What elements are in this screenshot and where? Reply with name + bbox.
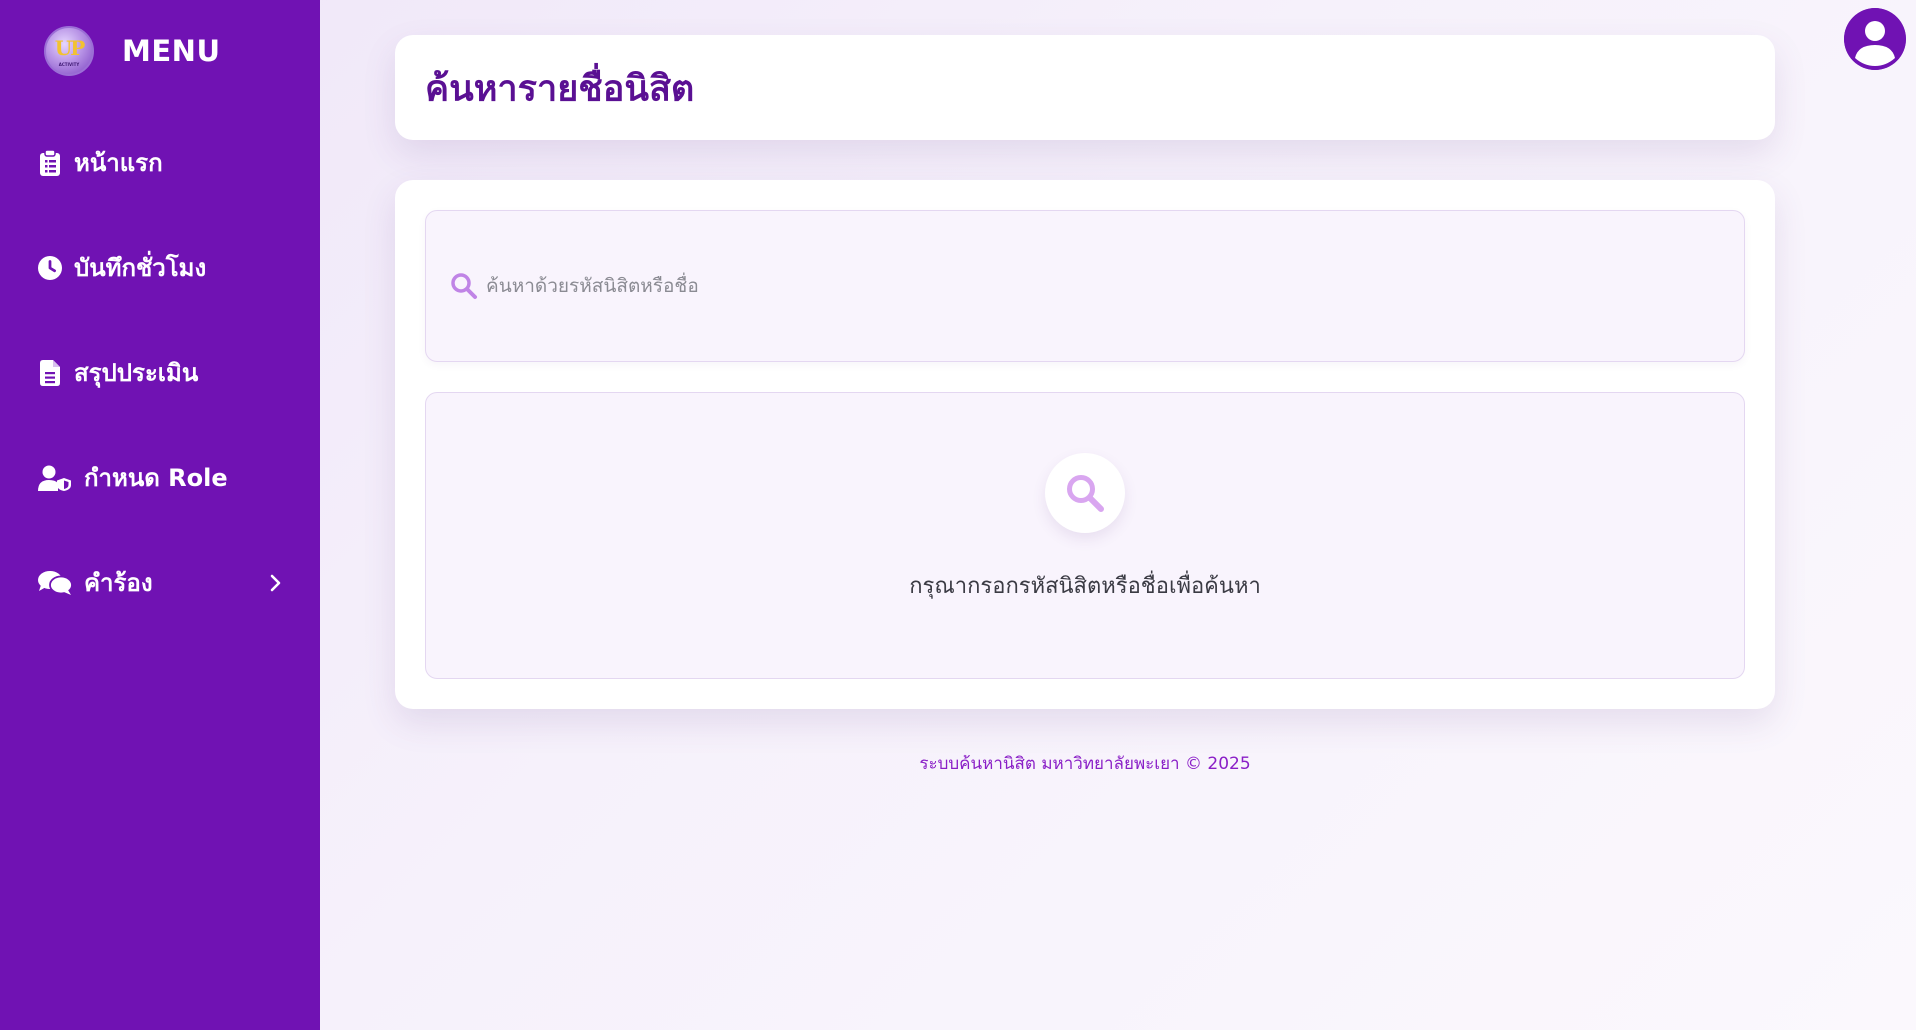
page-title: ค้นหารายชื่อนิสิต — [425, 68, 695, 109]
logo-subtext: ACTIVITY — [58, 61, 80, 67]
sidebar-item-home[interactable]: หน้าแรก — [0, 110, 320, 215]
clipboard-icon — [38, 149, 62, 176]
search-input[interactable] — [486, 266, 1716, 306]
menu-title: MENU — [122, 34, 221, 68]
sidebar-item-label: คำร้อง — [84, 569, 153, 597]
brand: UP ACTIVITY MENU — [44, 26, 221, 76]
sidebar-item-label: สรุปประเมิน — [74, 359, 199, 387]
logo[interactable]: UP ACTIVITY — [44, 26, 94, 76]
sidebar: UP ACTIVITY MENU หน้าแรก บันทึกชั่วโมง ส… — [0, 0, 320, 1030]
sidebar-item-hours[interactable]: บันทึกชั่วโมง — [0, 215, 320, 320]
sidebar-item-label: หน้าแรก — [74, 149, 163, 177]
sidebar-item-summary[interactable]: สรุปประเมิน — [0, 320, 320, 425]
clock-icon — [38, 255, 62, 281]
chevron-right-icon[interactable] — [268, 573, 282, 593]
sidebar-item-label: บันทึกชั่วโมง — [74, 254, 207, 282]
comments-icon — [38, 570, 72, 596]
logo-text: UP — [54, 35, 86, 60]
empty-state-message: กรุณากรอกรหัสนิสิตหรือชื่อเพื่อค้นหา — [909, 574, 1261, 599]
sidebar-nav: หน้าแรก บันทึกชั่วโมง สรุปประเมิน กำหนด … — [0, 110, 320, 635]
sidebar-item-label: กำหนด Role — [84, 464, 228, 492]
search-card: กรุณากรอกรหัสนิสิตหรือชื่อเพื่อค้นหา — [395, 180, 1775, 709]
search-icon — [1045, 453, 1125, 533]
page-header-card: ค้นหารายชื่อนิสิต — [395, 35, 1775, 140]
user-shield-icon — [38, 465, 72, 491]
footer-text: ระบบค้นหานิสิต มหาวิทยาลัยพะเยา © 2025 — [919, 754, 1251, 774]
search-box[interactable] — [425, 210, 1745, 362]
empty-state: กรุณากรอกรหัสนิสิตหรือชื่อเพื่อค้นหา — [425, 392, 1745, 679]
document-icon — [38, 359, 62, 386]
sidebar-item-role[interactable]: กำหนด Role — [0, 425, 320, 530]
search-icon — [450, 272, 478, 300]
sidebar-item-requests[interactable]: คำร้อง — [0, 530, 320, 635]
user-circle-icon[interactable] — [1844, 8, 1906, 70]
